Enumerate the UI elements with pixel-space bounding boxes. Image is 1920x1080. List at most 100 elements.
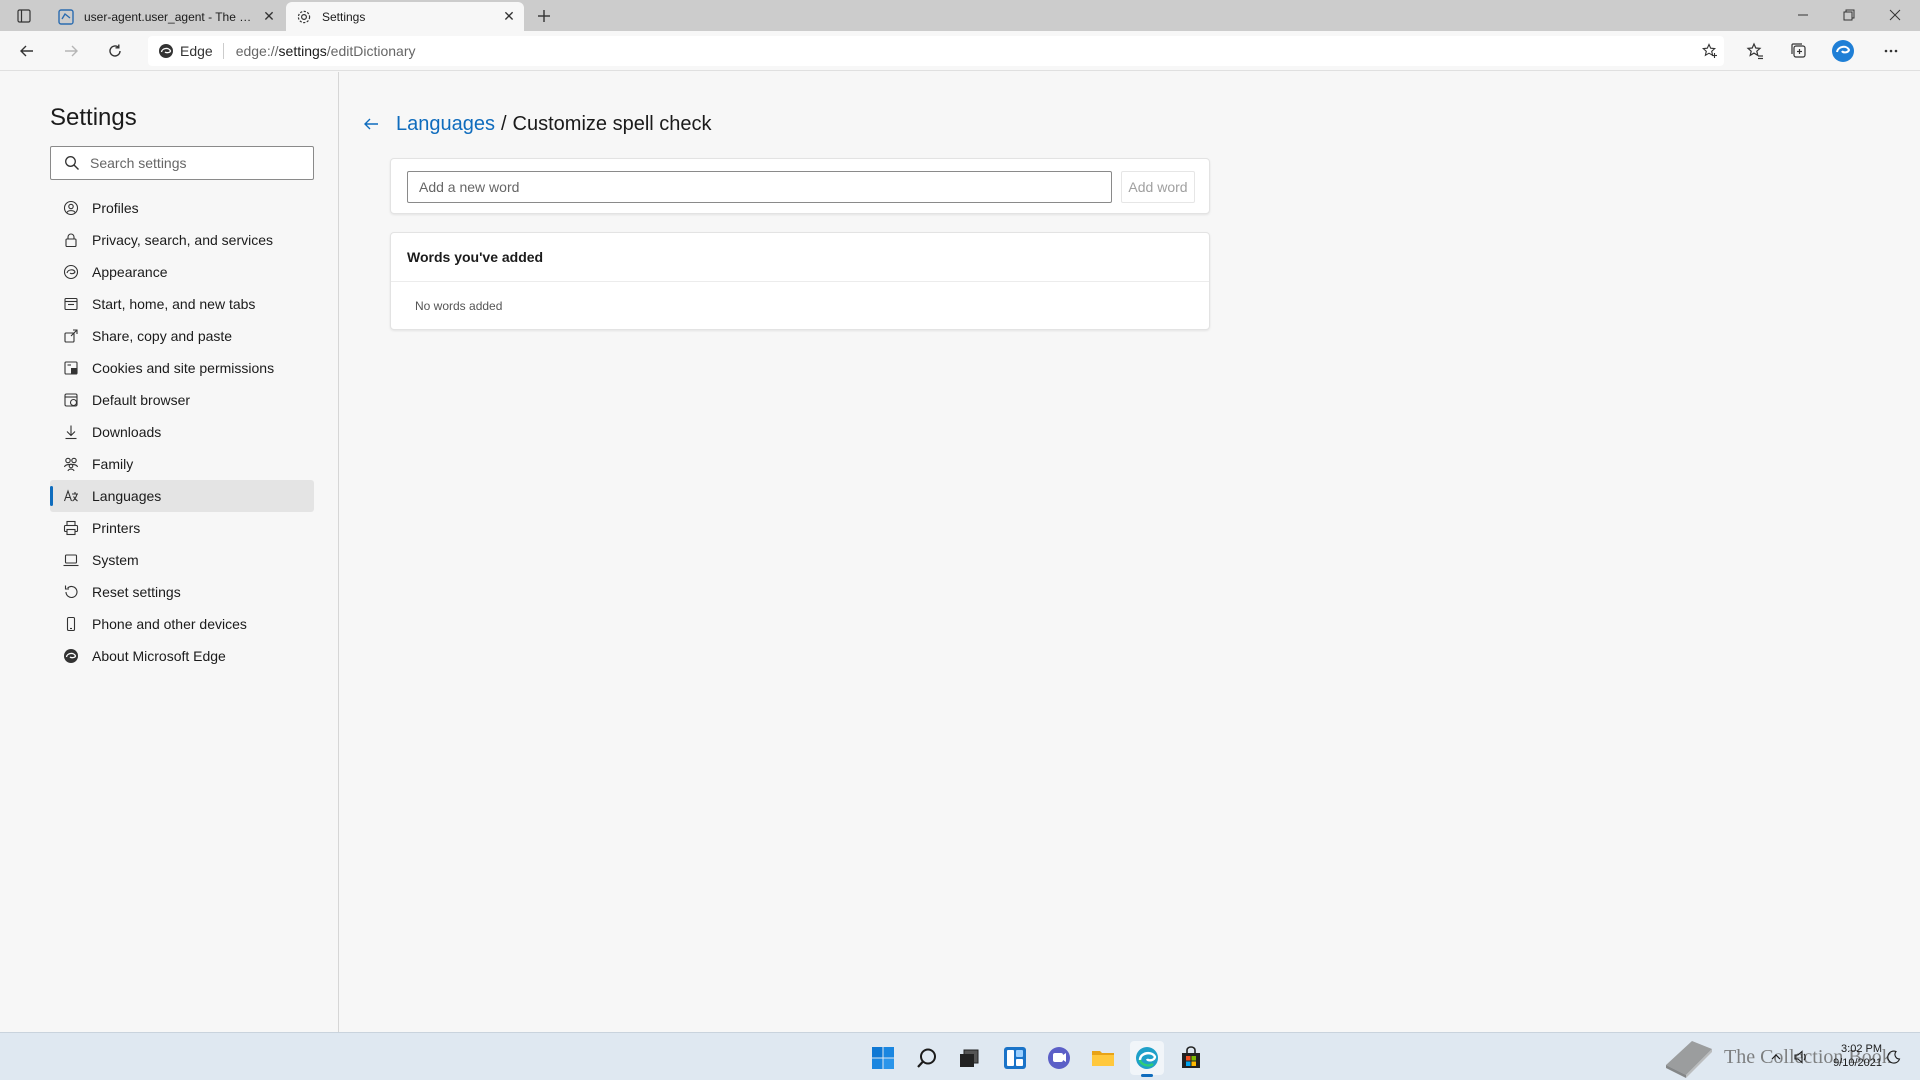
more-menu-icon[interactable] [1876,37,1906,65]
profile-icon [62,199,80,217]
clock-time: 3:02 PM [1841,1043,1882,1055]
sidebar-item-about[interactable]: About Microsoft Edge [50,640,314,672]
lock-icon [62,231,80,249]
languages-icon [62,487,80,505]
sidebar-item-label: About Microsoft Edge [92,648,226,664]
edge-logo-icon [62,647,80,665]
settings-nav: Profiles Privacy, search, and services A… [50,192,314,672]
home-tabs-icon [62,295,80,313]
breadcrumb: Languages / Customize spell check [358,110,712,138]
system-clock[interactable]: 3:02 PM 9/10/2021 [1824,1042,1882,1070]
laptop-icon [62,551,80,569]
breadcrumb-languages-link[interactable]: Languages [396,113,495,136]
close-tab-icon[interactable]: ✕ [498,6,520,28]
settings-main: Languages / Customize spell check Add wo… [340,72,1920,1032]
back-arrow-icon[interactable] [358,111,384,137]
sidebar-item-languages[interactable]: Languages [50,480,314,512]
minimize-icon[interactable] [1780,0,1826,30]
sidebar-item-profiles[interactable]: Profiles [50,192,314,224]
phone-icon [62,615,80,633]
volume-icon[interactable] [1790,1047,1812,1067]
collection-book-favicon-icon [58,8,74,25]
sidebar-item-label: Appearance [92,264,168,280]
share-icon [62,327,80,345]
url-scheme: edge:// [235,43,279,59]
settings-sidebar: Settings Profiles Privacy, search, and s… [0,72,339,1032]
refresh-icon[interactable] [100,37,130,65]
reset-icon [62,583,80,601]
book-icon [1666,1041,1712,1078]
appearance-icon [62,263,80,281]
printer-icon [62,519,80,537]
tab-title: user-agent.user_agent - The Coll [84,9,258,24]
edge-logo-icon [158,43,174,59]
sidebar-item-share[interactable]: Share, copy and paste [50,320,314,352]
sidebar-item-label: Cookies and site permissions [92,360,275,376]
sidebar-item-label: Privacy, search, and services [92,232,274,248]
address-divider [222,43,224,59]
search-settings-input[interactable] [90,155,290,171]
gear-icon [296,9,312,25]
sidebar-item-family[interactable]: Family [50,448,314,480]
browser-toolbar: Edge edge:// settings /editDictionary [0,31,1920,71]
add-word-button[interactable]: Add word [1121,171,1195,203]
sidebar-item-label: Downloads [92,424,162,440]
add-favorite-star-icon[interactable] [1696,39,1724,63]
widgets-icon[interactable] [998,1041,1032,1075]
address-bar[interactable]: Edge edge:// settings /editDictionary [148,36,1724,66]
sidebar-item-start-home[interactable]: Start, home, and new tabs [50,288,314,320]
page-title: Customize spell check [512,112,712,135]
sidebar-item-printers[interactable]: Printers [50,512,314,544]
tab-user-agent[interactable]: user-agent.user_agent - The Coll ✕ [48,2,284,31]
profile-avatar-icon[interactable] [1828,37,1858,65]
words-added-heading: Words you've added [407,249,544,265]
notifications-moon-icon[interactable] [1884,1047,1904,1067]
start-windows-icon[interactable] [866,1041,900,1075]
close-tab-icon[interactable]: ✕ [258,6,280,28]
tab-strip: user-agent.user_agent - The Coll ✕ Setti… [0,0,1920,31]
sidebar-item-downloads[interactable]: Downloads [50,416,314,448]
sidebar-item-privacy[interactable]: Privacy, search, and services [50,224,314,256]
sidebar-item-appearance[interactable]: Appearance [50,256,314,288]
download-icon [62,423,80,441]
restore-icon[interactable] [1826,0,1872,30]
sidebar-item-reset[interactable]: Reset settings [50,576,314,608]
search-icon[interactable] [910,1041,944,1075]
settings-title: Settings [50,104,137,131]
url-host: settings [278,43,327,59]
taskbar: The Collection Book 3:02 PM 9/10/2021 [0,1032,1920,1080]
tab-actions-menu-icon[interactable] [12,6,36,26]
sidebar-item-default-browser[interactable]: Default browser [50,384,314,416]
collections-icon[interactable] [1784,37,1814,65]
new-tab-plus-icon[interactable] [532,4,556,28]
favorites-icon[interactable] [1740,37,1770,65]
url-path: /editDictionary [326,43,416,59]
show-hidden-icons-chevron-icon[interactable] [1766,1047,1786,1067]
new-word-input[interactable] [407,171,1112,203]
forward-arrow-icon[interactable] [56,37,86,65]
close-window-icon[interactable] [1872,0,1918,30]
sidebar-item-label: Family [92,456,134,472]
added-words-card: Words you've added No words added [390,232,1210,330]
cookies-icon [62,359,80,377]
sidebar-item-label: Languages [92,488,162,504]
breadcrumb-separator: / [500,112,507,135]
sidebar-item-label: Reset settings [92,584,181,600]
chat-teams-icon[interactable] [1042,1041,1076,1075]
sidebar-item-phone[interactable]: Phone and other devices [50,608,314,640]
sidebar-item-label: System [92,552,139,568]
edge-taskbar-icon[interactable] [1130,1041,1164,1077]
search-settings-box[interactable] [50,146,314,180]
file-explorer-icon[interactable] [1086,1041,1120,1075]
sidebar-item-system[interactable]: System [50,544,314,576]
microsoft-store-icon[interactable] [1174,1041,1208,1075]
tab-title: Settings [322,9,366,24]
sidebar-item-label: Start, home, and new tabs [92,296,256,312]
sidebar-item-cookies[interactable]: Cookies and site permissions [50,352,314,384]
back-arrow-icon[interactable] [12,37,42,65]
sidebar-item-label: Share, copy and paste [92,328,233,344]
add-word-card: Add word [390,158,1210,214]
task-view-icon[interactable] [952,1041,986,1075]
tab-settings[interactable]: Settings ✕ [286,2,524,31]
family-icon [62,455,80,473]
